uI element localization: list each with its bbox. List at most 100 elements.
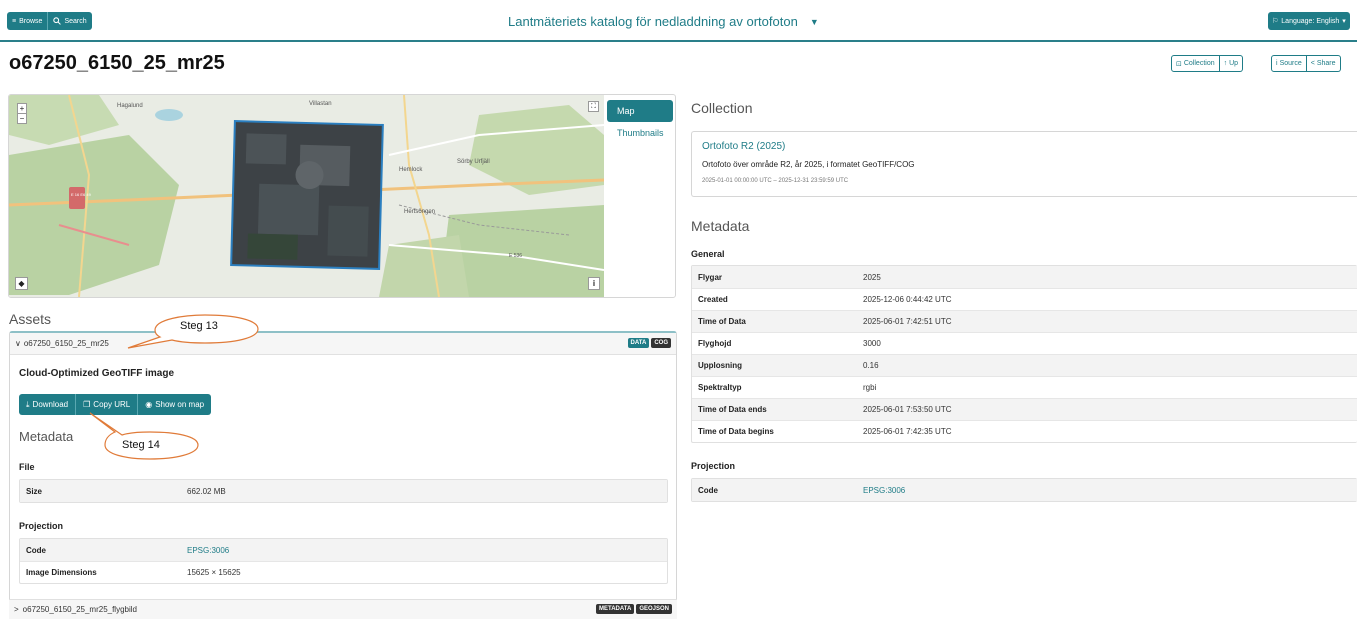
fullscreen-icon[interactable]: ⛶ [588,101,599,112]
badge-cog: COG [651,338,671,348]
row-value: 2025-12-06 0:44:42 UTC [863,295,952,304]
zoom-in-button[interactable]: + [18,104,26,113]
epsg-link[interactable]: EPSG:3006 [863,486,905,495]
map-label-hertsongen: Hertsöngen [404,209,435,215]
table-row: Time of Data begins 2025-06-01 7:42:35 U… [692,420,1357,442]
row-value: 2025-06-01 7:53:50 UTC [863,405,952,414]
row-key: Size [26,486,43,496]
map-road-shield: E 16 E6 49 [71,192,92,197]
search-label: Search [64,17,87,25]
arrow-up-icon: ↑ [1223,60,1228,67]
asset-badges: METADATA GEOJSON [595,604,672,614]
up-button[interactable]: ↑ Up [1219,55,1244,72]
table-row: Upplosning 0.16 [692,354,1357,376]
map-label-villastan: Villastan [309,101,332,107]
asset-type-title: Cloud-Optimized GeoTIFF image [19,368,174,379]
layers-icon[interactable]: ◆ [15,277,28,290]
row-key: Time of Data ends [698,405,767,414]
download-icon: ⤓ [26,399,30,409]
menu-icon: ≡ [12,17,17,25]
file-table: Size 662.02 MB [19,479,668,503]
row-key: Time of Data [698,317,746,326]
language-selector[interactable]: ⚐ Language: English ▾ [1268,12,1350,30]
asset-header-flygbild[interactable]: > o67250_6150_25_mr25_flygbild METADATA … [9,599,677,619]
browse-button[interactable]: ≡ Browse [7,12,49,30]
zoom-out-button[interactable]: − [18,113,26,123]
collection-time-range: 2025-01-01 00:00:00 UTC – 2025-12-31 23:… [702,178,849,184]
table-row: Code EPSG:3006 [692,479,1357,501]
table-row: Flyghojd 3000 [692,332,1357,354]
row-value: 2025 [863,272,881,282]
source-button[interactable]: i Source [1271,55,1307,72]
row-key: Created [698,295,728,304]
table-row: Created 2025-12-06 0:44:42 UTC [692,288,1357,310]
collection-title-link[interactable]: Ortofoto R2 (2025) [702,141,785,152]
collection-card[interactable]: Ortofoto R2 (2025) Ortofoto över område … [691,131,1357,197]
row-value: rgbi [863,383,877,392]
page-title: o67250_6150_25_mr25 [9,52,225,74]
callout-step14 [89,412,199,460]
tab-thumbnails[interactable]: Thumbnails [607,122,673,144]
tab-map[interactable]: Map [607,100,673,122]
map-canvas[interactable]: Hagalund Villastan Hemlock Sörby Urfjäll… [9,95,604,297]
table-row: Time of Data ends 2025-06-01 7:53:50 UTC [692,398,1357,420]
nav-button-group: ≡ Browse Search [7,12,92,30]
callout-step13 [127,314,259,349]
share-button-label: Share [1316,60,1336,67]
info-icon: i [1276,60,1278,67]
collection-icon: ⊡ [1176,60,1182,68]
table-row: Flygar 2025 [692,266,1357,288]
row-value: 662.02 MB [187,486,226,496]
row-value: 3000 [863,339,881,348]
projection-heading: Projection [19,521,64,531]
callout-step14-text: Steg 14 [122,439,160,451]
up-button-label: Up [1229,60,1239,67]
row-key: Code [698,485,718,495]
attribution-info-icon[interactable]: i [588,277,600,290]
projection-table-right: Code EPSG:3006 [691,478,1357,502]
asset-badges: DATA COG [627,338,671,348]
search-button[interactable]: Search [48,12,92,30]
asset-metadata-heading: Metadata [19,429,74,444]
chevron-down-icon: ∨ [15,339,21,348]
asset-name: o67250_6150_25_mr25 [23,339,109,348]
row-key: Flygar [698,272,723,282]
row-key: Code [26,545,46,555]
browse-label: Browse [19,17,43,25]
collection-description: Ortofoto över område R2, år 2025, i form… [702,160,915,169]
download-button[interactable]: ⤓ Download [19,394,76,415]
language-label: Language: English [1281,17,1340,25]
row-value: 2025-06-01 7:42:51 UTC [863,317,952,326]
table-row: Size 662.02 MB [20,480,667,502]
collection-button-label: Collection [1183,60,1215,67]
row-key: Spektraltyp [698,383,742,392]
general-heading: General [691,249,725,259]
row-key: Flyghojd [698,339,732,348]
site-title-text: Lantmäteriets katalog för nedladdning av… [508,14,798,29]
assets-heading: Assets [9,311,52,327]
map-panel: Hagalund Villastan Hemlock Sörby Urfjäll… [8,94,676,298]
epsg-link[interactable]: EPSG:3006 [187,546,229,555]
table-row: Image Dimensions 15625 × 15625 [20,561,667,583]
map-view-tabs: Map Thumbnails [607,100,673,144]
row-key: Time of Data begins [698,427,774,436]
general-table: Flygar 2025 Created 2025-12-06 0:44:42 U… [691,265,1357,443]
table-row: Time of Data 2025-06-01 7:42:51 UTC [692,310,1357,332]
zoom-control: + − [17,103,27,124]
table-row: Code EPSG:3006 [20,539,667,561]
source-share-actions: i Source < Share [1271,55,1341,72]
top-navbar: ≡ Browse Search Lantmäteriets katalog fö… [0,0,1357,42]
file-heading: File [19,462,35,472]
row-value: 15625 × 15625 [187,568,241,577]
catalog-title-dropdown[interactable]: Lantmäteriets katalog för nedladdning av… [508,14,819,29]
row-value: 0.16 [863,361,879,370]
share-icon: < [1310,60,1315,67]
map-road-label: E 536 [509,253,522,259]
row-key: Image Dimensions [26,568,97,577]
map-label-hagalund: Hagalund [117,103,143,109]
badge-geojson: GEOJSON [636,604,672,614]
projection-heading-right: Projection [691,461,736,471]
share-button[interactable]: < Share [1306,55,1341,72]
collection-button[interactable]: ⊡ Collection [1171,55,1220,72]
caret-down-icon: ▼ [809,16,819,27]
